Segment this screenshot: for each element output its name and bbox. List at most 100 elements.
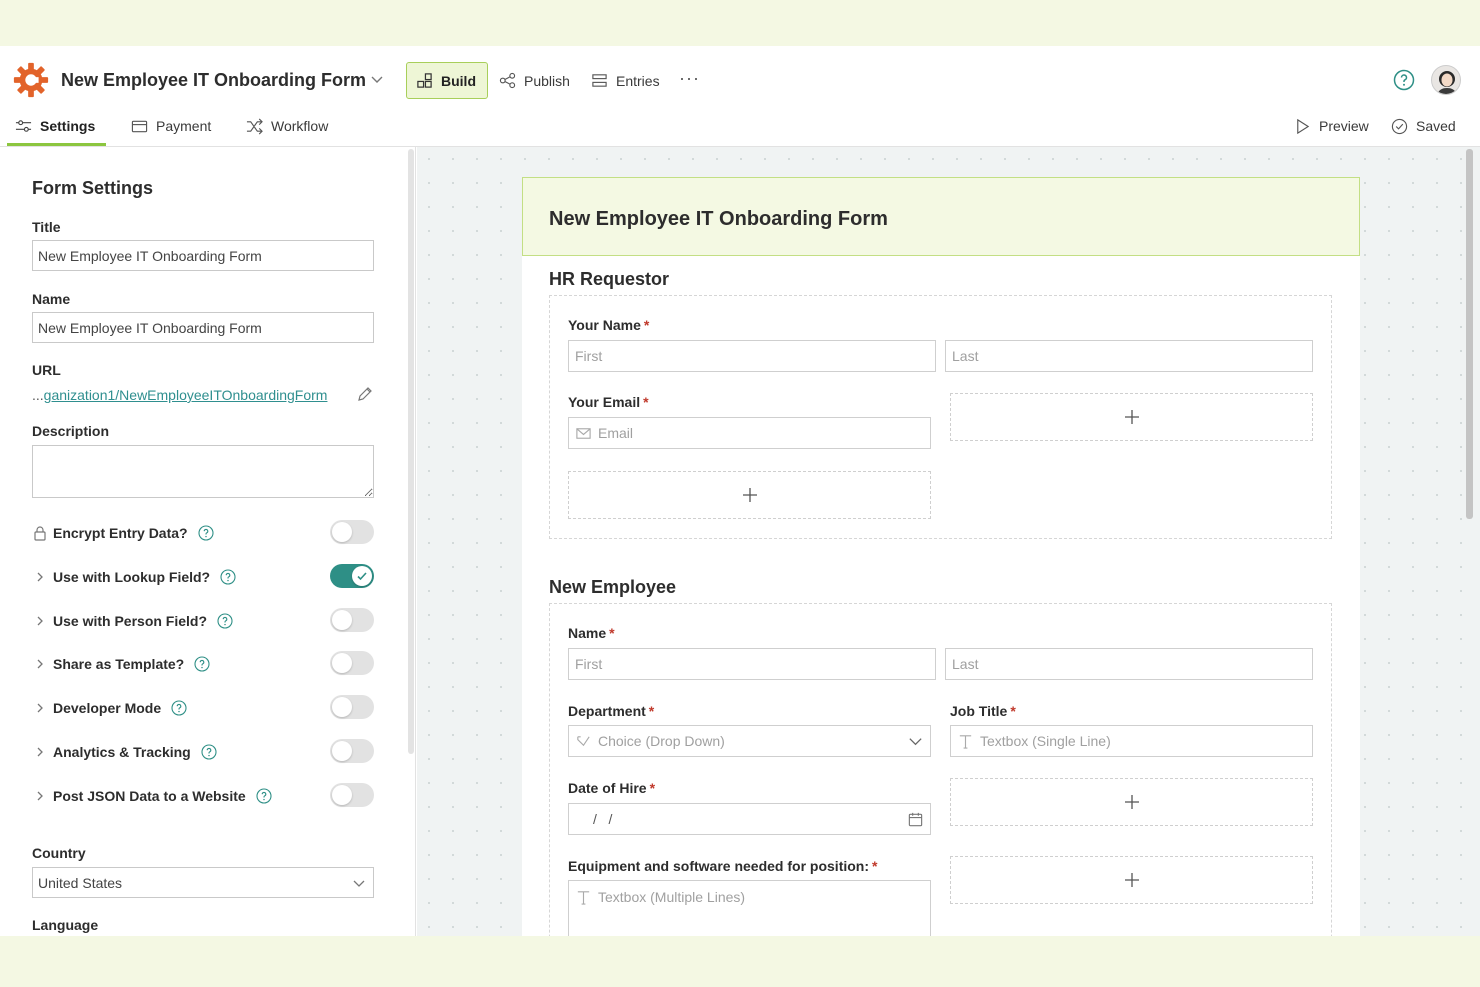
section-title-hr-requestor[interactable]: HR Requestor (549, 269, 669, 290)
add-field-dropzone[interactable] (950, 856, 1313, 904)
option-label: Use with Person Field? (53, 613, 208, 629)
saved-status: Saved (1391, 116, 1456, 136)
option-developer-mode[interactable]: Developer Mode (32, 695, 377, 721)
help-icon[interactable] (1393, 69, 1415, 91)
tab-build-label: Build (441, 72, 476, 89)
preview-button[interactable]: Preview (1294, 116, 1369, 136)
chevron-right-icon[interactable] (32, 569, 48, 585)
chevron-down-icon (353, 880, 365, 887)
analytics-toggle[interactable] (330, 739, 374, 763)
help-icon[interactable] (194, 656, 210, 672)
post-json-toggle[interactable] (330, 783, 374, 807)
title-input[interactable] (32, 240, 374, 271)
option-share-template[interactable]: Share as Template? (32, 651, 377, 677)
tab-payment-label: Payment (156, 118, 212, 134)
person-field-toggle[interactable] (330, 608, 374, 632)
tab-workflow-label: Workflow (271, 118, 329, 134)
option-lookup-field[interactable]: Use with Lookup Field? (32, 564, 377, 590)
url-value[interactable]: ...ganization1/NewEmployeeITOnboardingFo… (32, 387, 327, 403)
more-menu-button[interactable]: ··· (679, 60, 700, 97)
your-email-input[interactable]: Email (568, 417, 931, 449)
form-header-title: New Employee IT Onboarding Form (549, 208, 888, 230)
canvas-scrollbar[interactable] (1466, 149, 1473, 519)
option-label: Encrypt Entry Data? (53, 525, 188, 541)
option-label: Use with Lookup Field? (53, 569, 211, 585)
add-field-dropzone[interactable] (950, 393, 1313, 441)
your-name-label[interactable]: Your Name * (568, 317, 649, 333)
option-person-field[interactable]: Use with Person Field? (32, 608, 377, 634)
settings-heading: Form Settings (32, 178, 154, 198)
help-icon[interactable] (217, 613, 233, 629)
help-icon[interactable] (220, 569, 236, 585)
form-title[interactable]: New Employee IT Onboarding Form (61, 70, 366, 91)
help-icon[interactable] (201, 744, 217, 760)
tab-settings-label: Settings (40, 118, 96, 134)
settings-scrollbar[interactable] (408, 149, 414, 754)
employee-first-input[interactable]: First (568, 648, 936, 680)
cognito-logo-icon[interactable] (12, 61, 50, 99)
department-dropdown[interactable]: Choice (Drop Down) (568, 725, 931, 757)
chevron-right-icon[interactable] (32, 700, 48, 716)
option-post-json[interactable]: Post JSON Data to a Website (32, 783, 377, 809)
your-email-label[interactable]: Your Email * (568, 394, 649, 410)
mail-icon (576, 427, 591, 439)
sliders-icon (15, 119, 32, 132)
name-input[interactable] (32, 312, 374, 343)
help-icon[interactable] (256, 788, 272, 804)
plus-icon (1124, 795, 1139, 809)
job-title-label[interactable]: Job Title * (950, 703, 1016, 719)
department-label[interactable]: Department * (568, 703, 654, 719)
date-of-hire-label[interactable]: Date of Hire * (568, 780, 655, 796)
your-name-first-input[interactable]: First (568, 340, 936, 372)
check-icon (357, 572, 367, 581)
chevron-right-icon[interactable] (32, 656, 48, 672)
equipment-label[interactable]: Equipment and software needed for positi… (568, 858, 877, 874)
tab-settings[interactable]: Settings (15, 116, 95, 136)
tab-entries[interactable]: Entries (591, 62, 660, 99)
lock-icon (34, 526, 46, 541)
employee-name-label[interactable]: Name * (568, 625, 615, 641)
pencil-icon[interactable] (356, 385, 374, 403)
tab-entries-label: Entries (616, 72, 660, 89)
chevron-right-icon[interactable] (32, 788, 48, 804)
user-avatar[interactable] (1431, 65, 1461, 95)
title-label: Title (32, 219, 61, 235)
help-icon[interactable] (171, 700, 187, 716)
tab-build[interactable]: Build (406, 62, 488, 99)
option-analytics-tracking[interactable]: Analytics & Tracking (32, 739, 377, 765)
option-label: Analytics & Tracking (53, 744, 191, 760)
preview-label: Preview (1319, 118, 1369, 134)
chevron-right-icon[interactable] (32, 744, 48, 760)
country-label: Country (32, 845, 86, 861)
employee-last-input[interactable]: Last (945, 648, 1313, 680)
form-header[interactable]: New Employee IT Onboarding Form (522, 177, 1360, 256)
help-icon[interactable] (198, 525, 214, 541)
country-select[interactable]: United States (32, 867, 374, 898)
calendar-icon[interactable] (907, 811, 924, 828)
plus-icon (742, 488, 757, 502)
equipment-textarea[interactable]: Textbox (Multiple Lines) (568, 880, 931, 936)
tab-workflow[interactable]: Workflow (246, 116, 328, 136)
share-template-toggle[interactable] (330, 651, 374, 675)
job-title-input[interactable]: Textbox (Single Line) (950, 725, 1313, 757)
chevron-right-icon[interactable] (32, 613, 48, 629)
lookup-field-toggle[interactable] (330, 564, 374, 588)
tab-payment[interactable]: Payment (131, 116, 211, 136)
branch-icon (577, 735, 590, 746)
settings-panel: Form Settings Title Name URL ...ganizati… (0, 147, 416, 936)
top-bar: New Employee IT Onboarding Form Build Pu… (0, 46, 1480, 102)
tab-publish[interactable]: Publish (499, 62, 570, 99)
add-field-dropzone[interactable] (568, 471, 931, 519)
chevron-down-icon[interactable] (369, 71, 385, 87)
url-link[interactable]: ganization1/NewEmployeeITOnboardingForm (44, 387, 328, 403)
developer-mode-toggle[interactable] (330, 695, 374, 719)
encrypt-toggle[interactable] (330, 520, 374, 544)
your-name-last-input[interactable]: Last (945, 340, 1313, 372)
play-icon (1297, 118, 1310, 134)
date-of-hire-input[interactable]: / / (568, 803, 931, 835)
section-title-new-employee[interactable]: New Employee (549, 577, 676, 598)
option-encrypt-entry-data: Encrypt Entry Data? (32, 520, 377, 546)
avatar-icon (1437, 71, 1457, 94)
add-field-dropzone[interactable] (950, 778, 1313, 826)
description-input[interactable] (32, 445, 374, 498)
